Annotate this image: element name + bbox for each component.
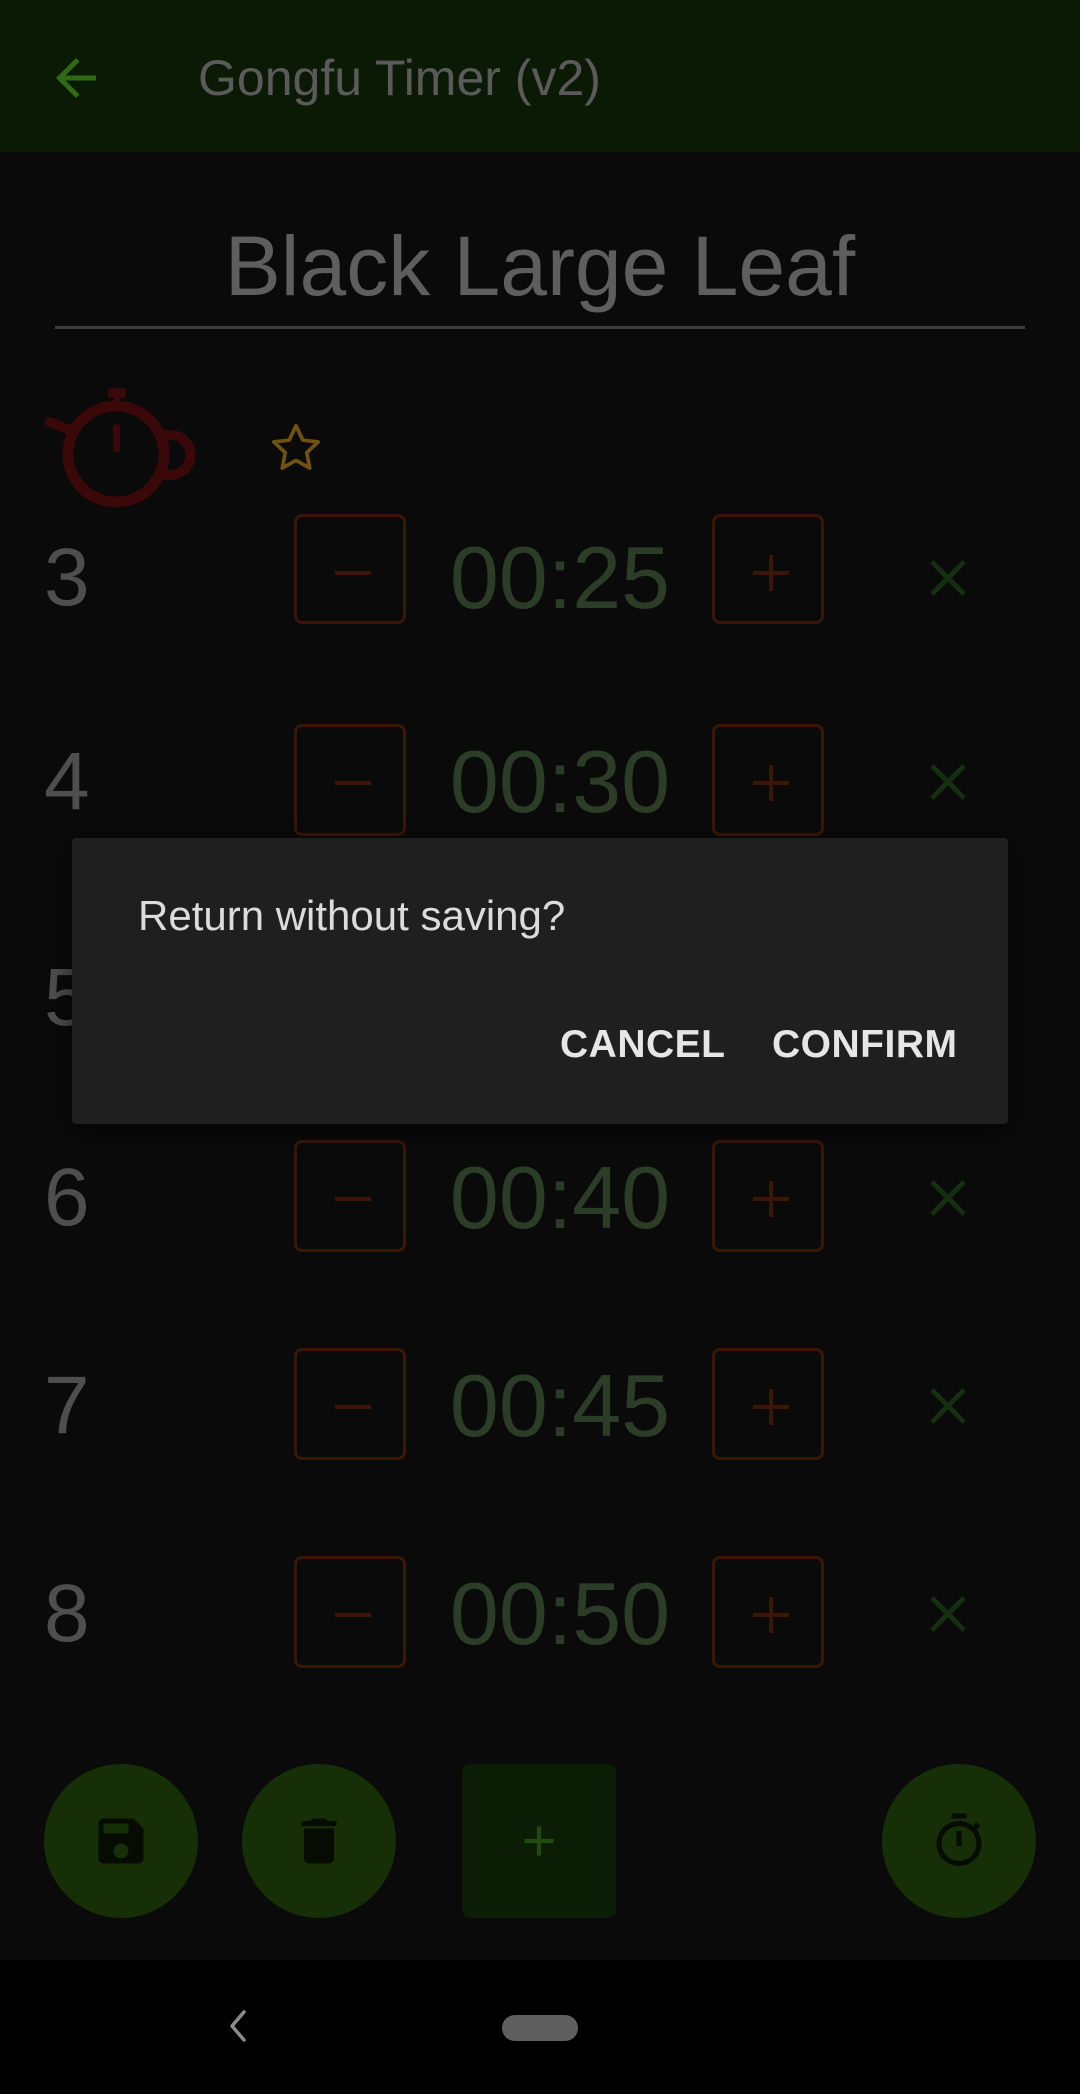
increase-time-button[interactable] [712, 1348, 824, 1460]
close-icon[interactable] [924, 554, 972, 602]
decrease-time-button[interactable] [294, 514, 406, 624]
close-icon[interactable] [924, 758, 972, 806]
home-pill-button[interactable] [502, 2015, 578, 2041]
delete-button[interactable] [242, 1764, 396, 1918]
save-icon [98, 1818, 144, 1864]
plus-icon [753, 1181, 789, 1217]
plus-icon [753, 1597, 789, 1633]
steep-row: 7 00:45 [0, 1348, 1080, 1464]
arrow-left-icon[interactable] [46, 48, 106, 108]
steep-time: 00:45 [449, 1356, 671, 1455]
steep-row: 4 00:30 [0, 724, 1080, 840]
save-button[interactable] [44, 1764, 198, 1918]
decrease-time-button[interactable] [294, 724, 406, 836]
teapot-timer-icon[interactable] [38, 384, 204, 516]
confirm-button[interactable]: CONFIRM [772, 1020, 957, 1070]
steep-time: 00:25 [449, 528, 671, 627]
add-steep-button[interactable] [462, 1764, 616, 1918]
steep-row: 8 00:50 [0, 1556, 1080, 1672]
app-title: Gongfu Timer (v2) [198, 50, 601, 106]
minus-icon [335, 781, 371, 785]
chevron-left-icon[interactable] [224, 2004, 254, 2048]
start-timer-button[interactable] [882, 1764, 1036, 1918]
minus-icon [335, 571, 371, 575]
cancel-button[interactable]: CANCEL [560, 1020, 726, 1070]
stopwatch-icon [936, 1813, 982, 1866]
plus-icon [753, 555, 789, 591]
steep-row: 6 00:40 [0, 1140, 1080, 1256]
decrease-time-button[interactable] [294, 1556, 406, 1668]
plus-icon [753, 765, 789, 801]
steep-time: 00:50 [449, 1564, 671, 1663]
close-icon[interactable] [924, 1590, 972, 1638]
steep-number: 8 [44, 1568, 90, 1659]
decrease-time-button[interactable] [294, 1140, 406, 1252]
increase-time-button[interactable] [712, 724, 824, 836]
steep-number: 6 [44, 1152, 90, 1243]
plus-icon [524, 1826, 554, 1856]
increase-time-button[interactable] [712, 1140, 824, 1252]
dialog-message: Return without saving? [138, 892, 566, 939]
minus-icon [335, 1613, 371, 1617]
close-icon[interactable] [924, 1174, 972, 1222]
steep-row: 3 00:25 [0, 514, 1080, 636]
app-bar: Gongfu Timer (v2) [0, 0, 1080, 152]
steep-number: 7 [44, 1360, 90, 1451]
steep-time: 00:40 [449, 1148, 671, 1247]
minus-icon [335, 1197, 371, 1201]
steep-time: 00:30 [449, 732, 671, 831]
plus-icon [753, 1389, 789, 1425]
increase-time-button[interactable] [712, 514, 824, 624]
increase-time-button[interactable] [712, 1556, 824, 1668]
star-outline-icon[interactable] [268, 420, 324, 476]
decrease-time-button[interactable] [294, 1348, 406, 1460]
minus-icon [335, 1405, 371, 1409]
tea-name-input[interactable]: Black Large Leaf [55, 210, 1025, 329]
steep-number: 4 [44, 736, 90, 827]
confirm-dialog: Return without saving? CANCEL CONFIRM [72, 838, 1008, 1124]
steep-number: 3 [44, 532, 90, 623]
close-icon[interactable] [924, 1382, 972, 1430]
trash-icon [301, 1818, 337, 1864]
